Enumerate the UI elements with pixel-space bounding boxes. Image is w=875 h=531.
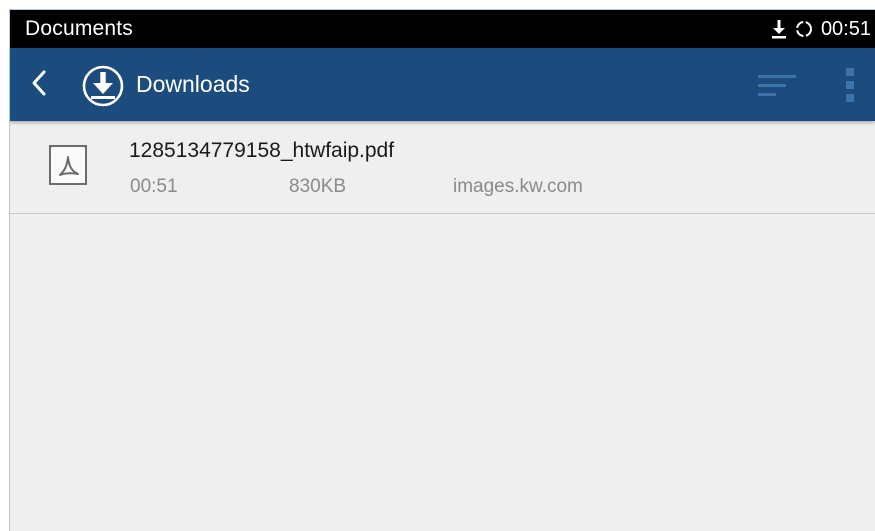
sync-icon [793, 18, 815, 40]
status-time: 00:51 [820, 17, 871, 40]
downloads-list: 1285134779158_htwfaip.pdf 00:51 830KB im… [10, 121, 875, 214]
file-time: 00:51 [130, 176, 178, 197]
file-size: 830KB [289, 176, 347, 197]
file-name: 1285134779158_htwfaip.pdf [129, 139, 395, 162]
sort-button[interactable] [750, 68, 804, 102]
app-bar: Downloads [10, 48, 875, 121]
file-source: images.kw.com [453, 176, 583, 197]
status-indicators: 00:51 [771, 17, 871, 41]
sort-icon [750, 75, 804, 106]
status-bar: Documents 00:51 [10, 10, 875, 48]
app-window: Documents 00:51 Downloads 1285134779158_… [9, 9, 875, 531]
pdf-file-icon [48, 144, 88, 186]
more-options-button[interactable] [833, 64, 867, 106]
list-item[interactable]: 1285134779158_htwfaip.pdf 00:51 830KB im… [10, 121, 875, 214]
page-title: Downloads [136, 71, 250, 97]
status-app-name: Documents [25, 17, 134, 40]
back-button[interactable] [24, 68, 54, 102]
download-circle-icon [79, 62, 127, 110]
more-vert-icon [833, 68, 867, 110]
download-icon [771, 18, 787, 40]
back-arrow-icon [30, 69, 48, 102]
